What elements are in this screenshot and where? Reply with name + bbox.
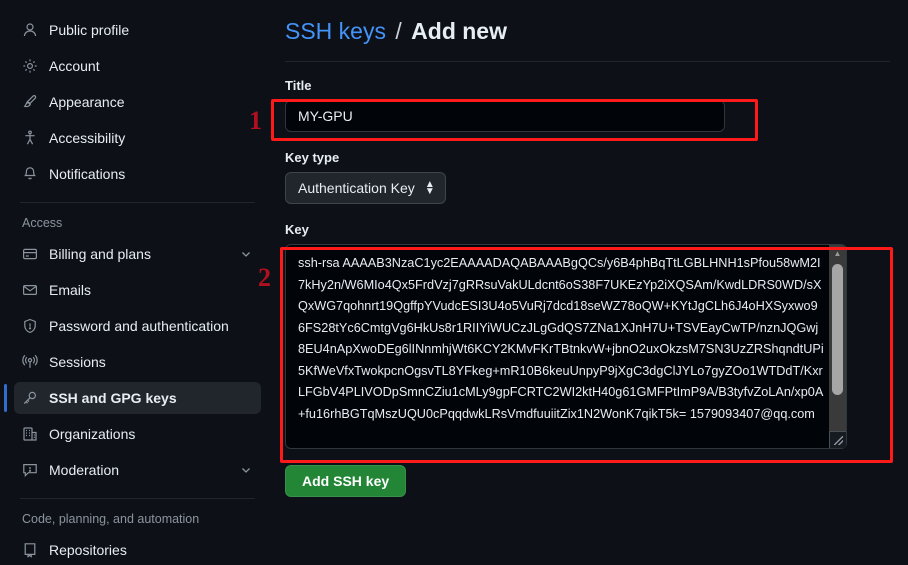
scrollbar-track[interactable] xyxy=(829,262,846,431)
main-content: SSH keys / Add new Title Key type Authen… xyxy=(275,0,908,565)
sidebar-divider-2 xyxy=(20,498,255,499)
sidebar-primary-list: Public profile Account Appearance Access… xyxy=(0,14,275,190)
gear-icon xyxy=(22,58,38,74)
sidebar-divider-1 xyxy=(20,202,255,203)
sidebar-item-label: Password and authentication xyxy=(49,318,229,334)
accessibility-icon xyxy=(22,130,38,146)
sidebar-access-list: Billing and plans Emails Password and au… xyxy=(0,238,275,486)
sidebar-item-label: Public profile xyxy=(49,22,130,38)
person-icon xyxy=(22,22,38,38)
broadcast-icon xyxy=(22,354,38,370)
sidebar-item-label: Sessions xyxy=(49,354,106,370)
sidebar-item-public-profile[interactable]: Public profile xyxy=(14,14,261,46)
sidebar-item-appearance[interactable]: Appearance xyxy=(14,86,261,118)
sidebar-item-notifications[interactable]: Notifications xyxy=(14,158,261,190)
sidebar-item-label: Moderation xyxy=(49,462,120,478)
sidebar-item-label: Billing and plans xyxy=(49,246,151,262)
repo-icon xyxy=(22,542,38,558)
sidebar-item-label: Appearance xyxy=(49,94,125,110)
breadcrumb-link-ssh-keys[interactable]: SSH keys xyxy=(285,18,386,44)
sidebar-code-list: Repositories Codespaces xyxy=(0,534,275,565)
sidebar-item-ssh-and-gpg-keys[interactable]: SSH and GPG keys xyxy=(4,382,261,414)
key-type-field-label: Key type xyxy=(285,150,340,165)
settings-sidebar: Public profile Account Appearance Access… xyxy=(0,0,275,565)
sidebar-item-label: Organizations xyxy=(49,426,136,442)
sidebar-item-moderation[interactable]: Moderation xyxy=(14,454,261,486)
chevron-down-icon[interactable] xyxy=(239,247,253,261)
key-textarea[interactable] xyxy=(285,244,847,449)
paintbrush-icon xyxy=(22,94,38,110)
settings-page: Public profile Account Appearance Access… xyxy=(0,0,908,565)
sidebar-item-billing-and-plans[interactable]: Billing and plans xyxy=(14,238,261,270)
breadcrumb-separator: / xyxy=(395,18,402,44)
add-ssh-key-button[interactable]: Add SSH key xyxy=(285,465,407,497)
key-textarea-wrapper: ▲ ▼ xyxy=(285,244,847,449)
sidebar-item-emails[interactable]: Emails xyxy=(14,274,261,306)
textarea-resize-handle[interactable] xyxy=(829,431,846,448)
page-title: SSH keys / Add new xyxy=(285,18,890,62)
organization-icon xyxy=(22,426,38,442)
key-textarea-scrollbar[interactable]: ▲ ▼ xyxy=(829,245,846,448)
sidebar-item-label: Notifications xyxy=(49,166,126,182)
credit-card-icon xyxy=(22,246,38,262)
sidebar-item-label: Repositories xyxy=(49,542,127,558)
scrollbar-thumb[interactable] xyxy=(832,264,843,395)
sidebar-item-label: Accessibility xyxy=(49,130,126,146)
scroll-up-arrow-icon[interactable]: ▲ xyxy=(829,245,846,262)
breadcrumb-current: Add new xyxy=(411,18,507,44)
sidebar-item-repositories[interactable]: Repositories xyxy=(14,534,261,565)
sidebar-group-title-access: Access xyxy=(22,216,63,230)
bell-icon xyxy=(22,166,38,182)
key-type-select[interactable]: Authentication Key xyxy=(285,172,446,204)
title-input[interactable] xyxy=(285,100,725,132)
shield-lock-icon xyxy=(22,318,38,334)
sidebar-item-account[interactable]: Account xyxy=(14,50,261,82)
title-field-label: Title xyxy=(285,78,312,93)
sidebar-item-sessions[interactable]: Sessions xyxy=(14,346,261,378)
report-icon xyxy=(22,462,38,478)
key-field-label: Key xyxy=(285,222,309,237)
mail-icon xyxy=(22,282,38,298)
chevron-down-icon[interactable] xyxy=(239,463,253,477)
sidebar-group-title-code: Code, planning, and automation xyxy=(22,512,200,526)
sidebar-item-accessibility[interactable]: Accessibility xyxy=(14,122,261,154)
key-type-select-wrapper: Authentication Key ▲ ▼ xyxy=(285,172,446,204)
key-type-selected-value: Authentication Key xyxy=(298,180,415,196)
sidebar-item-label: Account xyxy=(49,58,100,74)
sidebar-item-label: Emails xyxy=(49,282,92,298)
key-icon xyxy=(22,390,38,406)
sidebar-item-organizations[interactable]: Organizations xyxy=(14,418,261,450)
sidebar-item-label: SSH and GPG keys xyxy=(49,390,177,406)
sidebar-item-password-and-authentication[interactable]: Password and authentication xyxy=(14,310,261,342)
